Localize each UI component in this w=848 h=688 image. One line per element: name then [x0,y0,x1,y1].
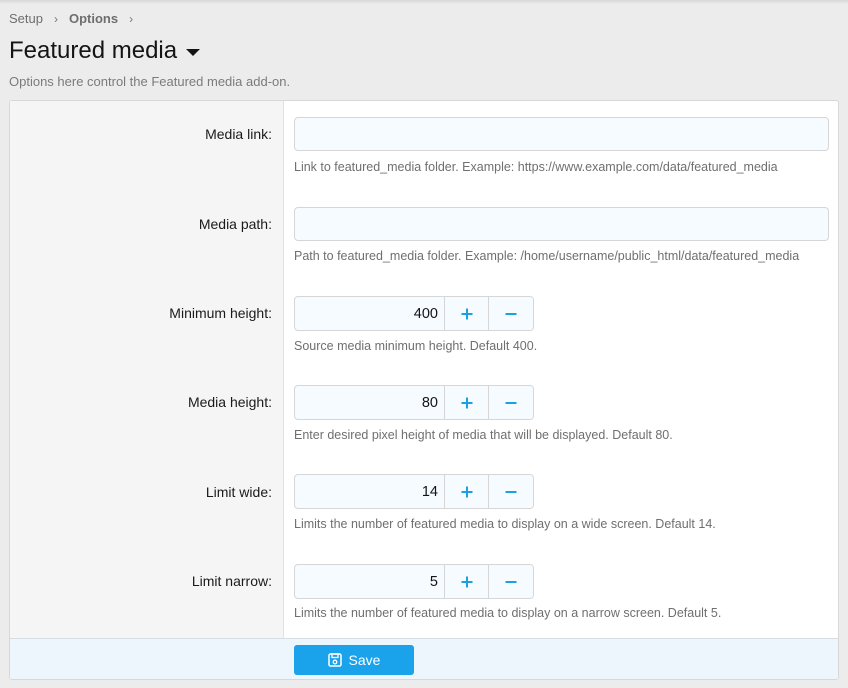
minimum-height-hint: Source media minimum height. Default 400… [294,339,538,353]
labels-column [10,101,284,638]
floppy-disk-icon [327,653,342,667]
breadcrumb-options[interactable]: Options [69,11,118,26]
minimum-height-label: Minimum height: [169,305,272,321]
media-path-label: Media path: [198,216,272,232]
minus-icon [505,401,517,404]
media-height-increment-button[interactable] [445,386,489,419]
minimum-height-input[interactable] [295,297,445,330]
media-link-label: Media link: [205,126,272,142]
breadcrumb-setup[interactable]: Setup [9,11,43,26]
page-title[interactable]: Featured media [9,37,201,65]
media-link-hint: Link to featured_media folder. Example: … [294,160,778,174]
minimum-height-increment-button[interactable] [445,297,489,330]
media-path-hint: Path to featured_media folder. Example: … [294,249,800,263]
plus-icon [461,486,472,497]
limit-wide-stepper [294,474,534,509]
limit-wide-hint: Limits the number of featured media to d… [294,517,716,531]
minimum-height-decrement-button[interactable] [489,297,533,330]
media-height-stepper [294,385,534,420]
caret-down-icon[interactable] [186,48,201,56]
limit-narrow-increment-button[interactable] [445,565,489,598]
breadcrumb-separator-icon: › [53,11,58,26]
limit-narrow-decrement-button[interactable] [489,565,533,598]
media-height-input[interactable] [295,386,445,419]
limit-narrow-label: Limit narrow: [191,573,272,589]
media-path-input[interactable] [294,207,829,241]
plus-icon [461,308,472,319]
limit-wide-label: Limit wide: [205,484,272,500]
media-link-input[interactable] [294,117,829,151]
limit-narrow-hint: Limits the number of featured media to d… [294,606,722,620]
top-shadow [0,0,848,4]
media-height-decrement-button[interactable] [489,386,533,419]
minimum-height-stepper [294,296,534,331]
limit-wide-increment-button[interactable] [445,475,489,508]
minus-icon [505,312,517,315]
breadcrumb: Setup › Options › [9,11,144,26]
options-form: Media link: Link to featured_media folde… [9,100,839,680]
limit-wide-input[interactable] [295,475,445,508]
limit-narrow-input[interactable] [295,565,445,598]
page-title-text: Featured media [9,37,178,64]
media-height-label: Media height: [187,394,272,410]
plus-icon [461,576,472,587]
limit-narrow-stepper [294,564,534,599]
breadcrumb-separator-icon: › [129,11,134,26]
save-button[interactable]: Save [294,645,414,675]
minus-icon [505,490,517,493]
page-description: Options here control the Featured media … [9,74,291,89]
save-button-label: Save [348,652,381,668]
form-footer: Save [10,638,838,679]
minus-icon [505,580,517,583]
media-height-hint: Enter desired pixel height of media that… [294,428,673,442]
plus-icon [461,397,472,408]
limit-wide-decrement-button[interactable] [489,475,533,508]
